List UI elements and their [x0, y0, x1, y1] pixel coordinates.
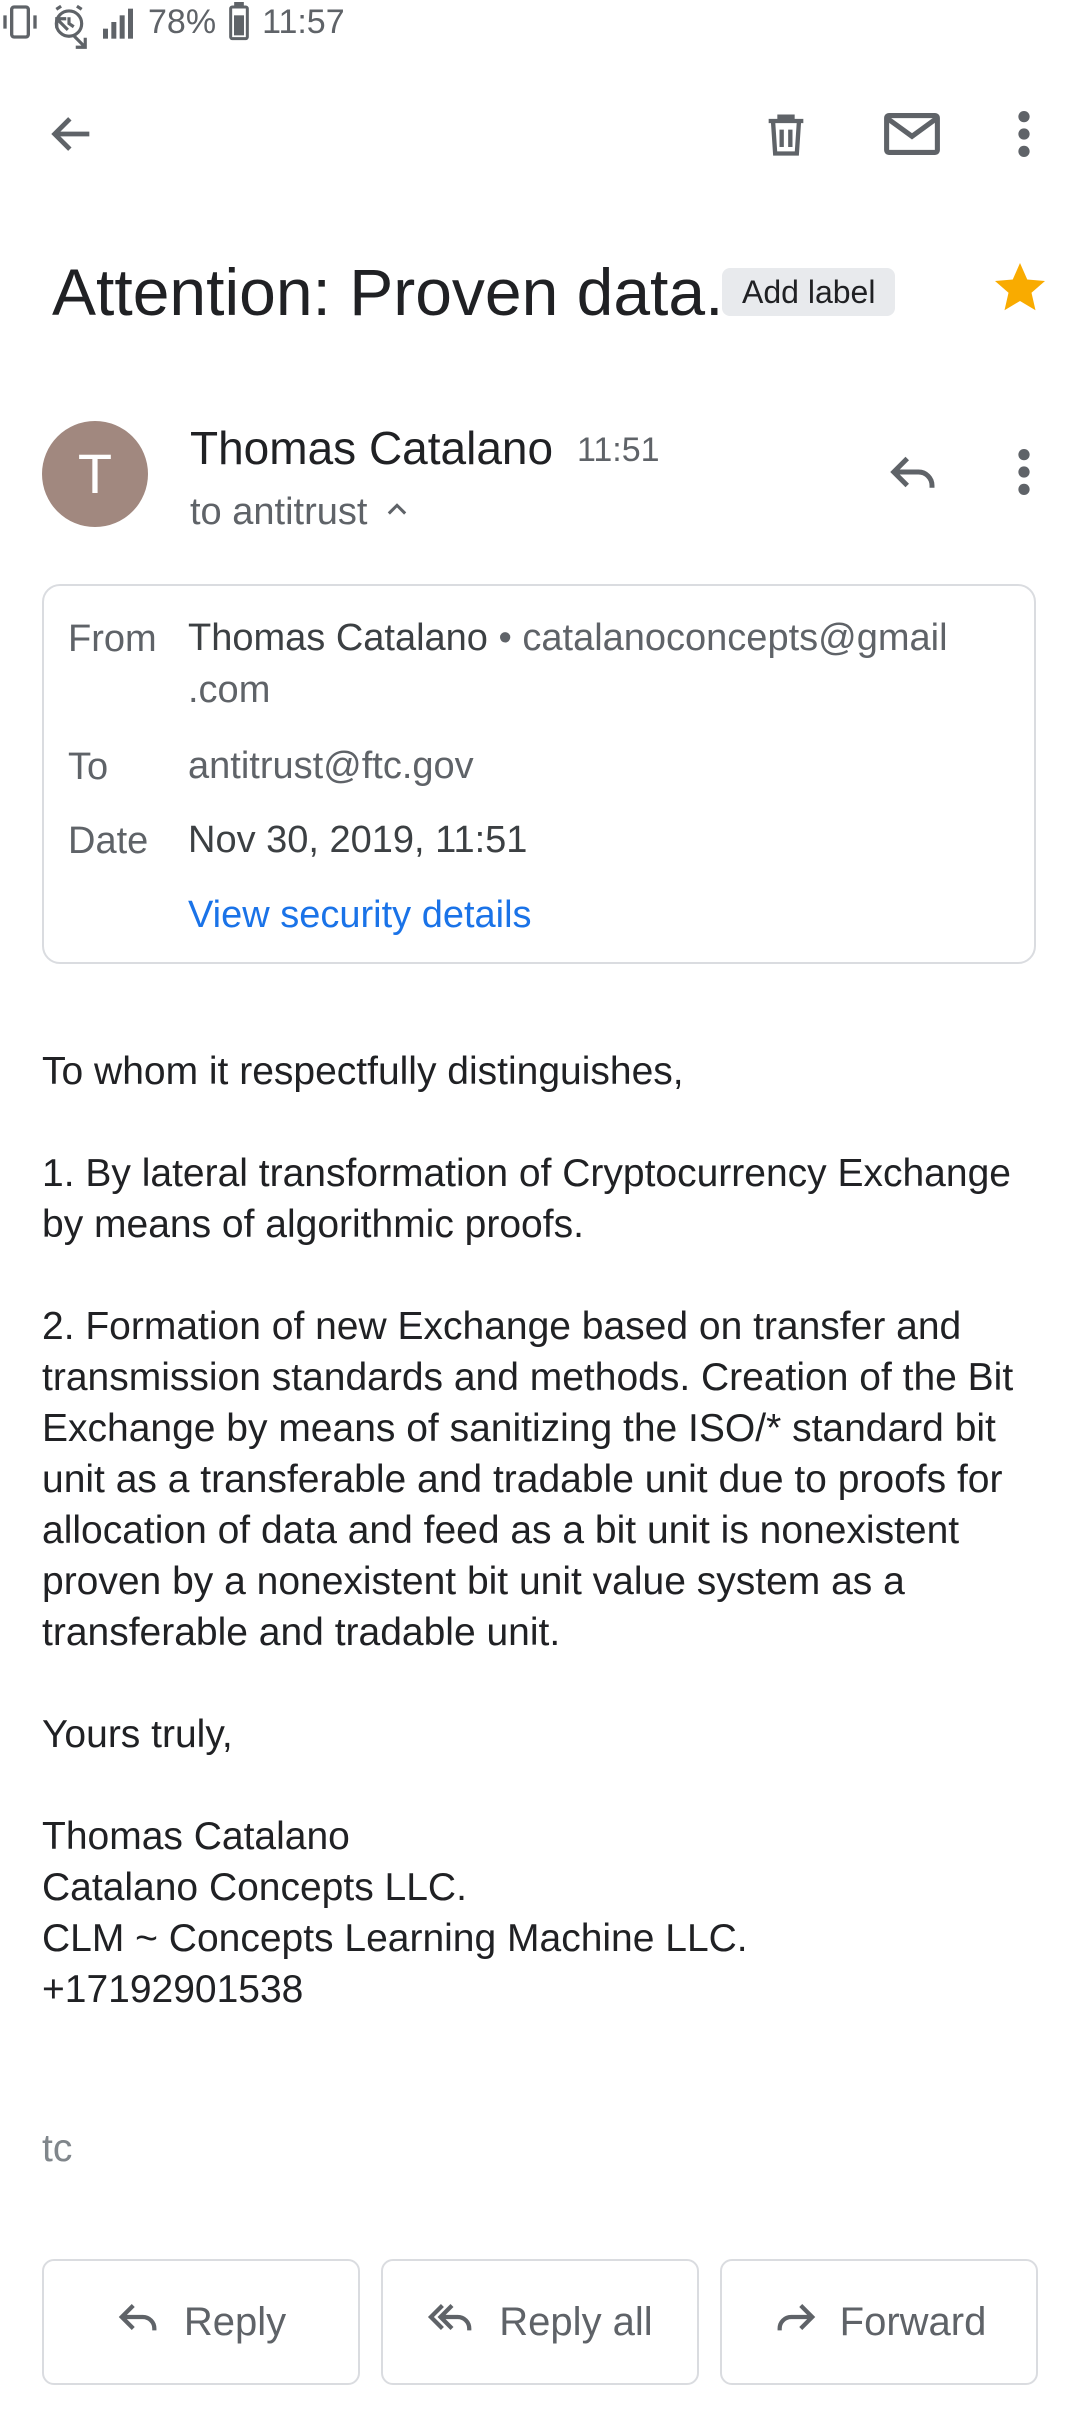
sender-name: Thomas Catalano — [190, 422, 554, 474]
signature-line: Thomas Catalano — [42, 1815, 350, 1858]
date-value: Nov 30, 2019, 11:51 — [188, 819, 528, 861]
chevron-up-icon — [383, 488, 411, 536]
signature-line: CLM ~ Concepts Learning Machine LLC. — [42, 1917, 748, 1960]
signature: Thomas Catalano Catalano Concepts LLC. C… — [42, 1811, 1042, 2015]
message-body: To whom it respectfully distinguishes, 1… — [42, 1046, 1042, 2015]
message-details-card: From Thomas Catalano • catalanoconcepts@… — [42, 584, 1036, 964]
add-label-button[interactable]: Add label — [722, 268, 896, 316]
battery-percent: 78% — [148, 2, 217, 41]
avatar[interactable]: T — [42, 421, 148, 527]
reply-all-button[interactable]: Reply all — [381, 2259, 699, 2385]
forward-label: Forward — [839, 2299, 987, 2344]
to-value[interactable]: antitrust@ftc.gov — [188, 740, 474, 792]
battery-icon — [226, 2, 252, 42]
star-icon — [990, 263, 1050, 322]
reply-all-icon — [427, 2294, 477, 2350]
reply-icon — [887, 445, 941, 504]
sender-time: 11:51 — [577, 431, 660, 469]
signal-icon — [98, 2, 138, 42]
signature-line: Catalano Concepts LLC. — [42, 1866, 467, 1909]
to-label: To — [68, 746, 109, 788]
reply-icon — [116, 2294, 162, 2350]
more-vert-icon — [1016, 446, 1032, 503]
more-vert-icon — [1016, 108, 1032, 165]
mail-icon — [882, 108, 942, 165]
forward-button[interactable]: Forward — [720, 2259, 1038, 2385]
date-label: Date — [68, 820, 149, 862]
email-subject: Attention: Proven data. — [52, 255, 724, 329]
from-email-continued[interactable]: .com — [188, 669, 270, 711]
reply-label: Reply — [183, 2299, 287, 2344]
delete-button[interactable] — [750, 100, 822, 172]
forward-icon — [772, 2294, 818, 2350]
closing: Yours truly, — [42, 1713, 233, 1756]
star-button[interactable] — [990, 258, 1050, 318]
arrow-back-icon — [46, 108, 98, 165]
vibrate-icon — [0, 2, 40, 42]
reply-action-button[interactable]: Reply — [42, 2259, 360, 2385]
recipient-summary: to antitrust — [190, 491, 368, 533]
app-bar — [0, 84, 1080, 188]
reply-all-label: Reply all — [499, 2299, 653, 2344]
from-name: Thomas Catalano — [188, 617, 488, 659]
trailing-text: tc — [42, 2127, 73, 2170]
signature-phone[interactable]: +17192901538 — [42, 1964, 1042, 2015]
expand-icon — [52, 14, 90, 52]
status-indicators: 78% 11:57 — [0, 0, 1080, 44]
clock: 11:57 — [262, 2, 345, 41]
body-point-1: 1. By lateral transformation of Cryptocu… — [42, 1152, 1011, 1246]
from-value: Thomas Catalano • catalanoconcepts@gmail… — [188, 612, 1018, 716]
reply-button[interactable] — [878, 438, 950, 510]
message-overflow-button[interactable] — [988, 438, 1060, 510]
from-label: From — [68, 618, 157, 660]
overflow-menu-button[interactable] — [988, 100, 1060, 172]
view-security-details-link[interactable]: View security details — [188, 890, 532, 940]
trash-icon — [760, 108, 812, 165]
from-email[interactable]: catalanoconcepts@gmail — [522, 617, 947, 659]
recipient-toggle[interactable]: to antitrust — [190, 488, 411, 536]
body-point-2: 2. Formation of new Exchange based on tr… — [42, 1305, 1014, 1654]
back-button[interactable] — [36, 100, 108, 172]
greeting: To whom it respectfully distinguishes, — [42, 1050, 684, 1093]
mark-unread-button[interactable] — [876, 100, 948, 172]
status-bar: 78% 11:57 — [0, 0, 1080, 64]
separator-dot: • — [498, 617, 512, 659]
